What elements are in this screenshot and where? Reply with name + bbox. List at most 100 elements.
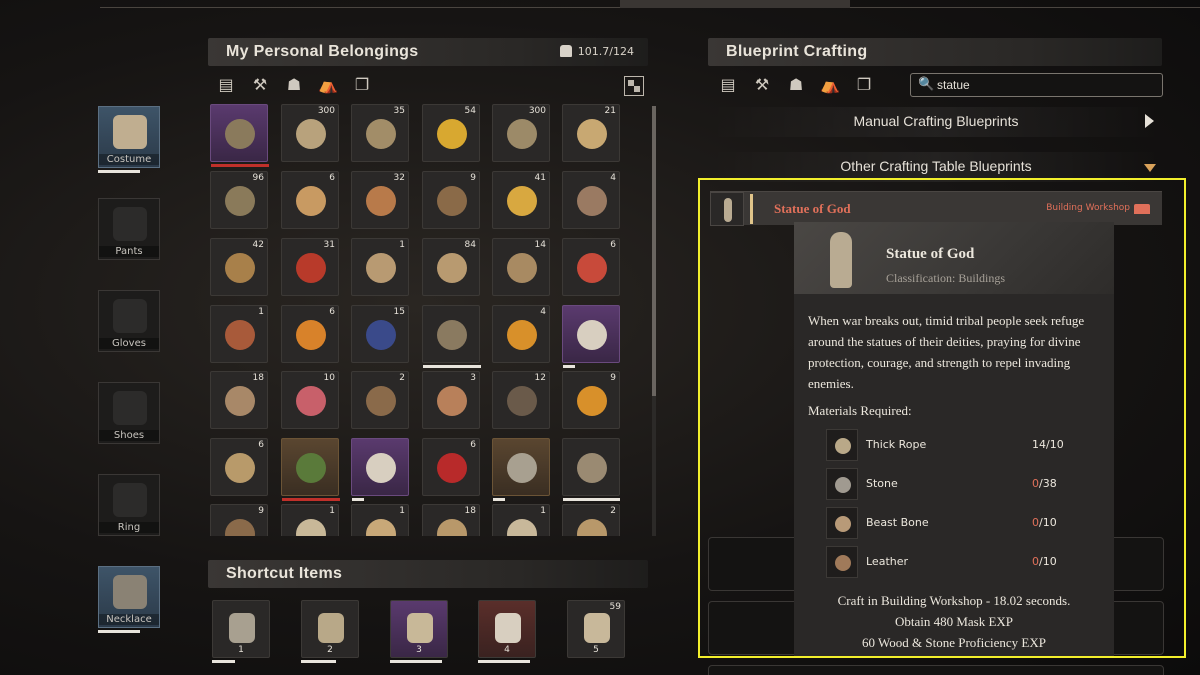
item-count: 9	[470, 173, 476, 183]
shortcut-slot-4[interactable]: 4	[478, 600, 536, 658]
durability-bar	[352, 498, 364, 501]
inventory-slot[interactable]: 2	[351, 371, 409, 429]
item-icon	[225, 453, 255, 483]
collapse-arrow-icon[interactable]	[1144, 164, 1156, 172]
inventory-slot[interactable]	[281, 438, 340, 501]
inventory-slot[interactable]: 15	[351, 305, 409, 363]
manual-blueprints-section[interactable]: Manual Crafting Blueprints	[710, 107, 1162, 137]
inventory-slot[interactable]: 18	[210, 371, 268, 429]
inventory-slot[interactable]: 6	[422, 438, 480, 496]
inventory-slot[interactable]	[562, 438, 620, 501]
inventory-slot[interactable]: 300	[492, 104, 550, 162]
inventory-slot[interactable]: 1	[492, 504, 550, 536]
shortcut-slot-2[interactable]: 2	[301, 600, 359, 658]
item-count: 6	[258, 440, 264, 450]
equip-slot-0[interactable]: Costume	[98, 106, 160, 168]
inventory-slot[interactable]	[562, 305, 620, 368]
inventory-slot[interactable]: 1	[281, 504, 339, 536]
item-icon	[366, 320, 396, 350]
stack-icon[interactable]: ❐	[852, 74, 876, 96]
ingots-icon[interactable]: ▤	[716, 74, 740, 96]
blueprint-filters: ▤ ⚒ ☗ ⛺ ❐	[716, 74, 876, 98]
inventory-slot[interactable]: 18	[422, 504, 480, 536]
inventory-slot[interactable]: 2	[562, 504, 620, 536]
equip-item-icon	[113, 575, 147, 609]
expand-arrow-icon[interactable]	[1145, 114, 1154, 128]
inventory-slot[interactable]: 84	[422, 238, 480, 296]
inventory-slot[interactable]: 10	[281, 371, 339, 429]
item-count: 1	[329, 506, 335, 516]
inventory-slot[interactable]: 96	[210, 171, 268, 229]
inventory-header: My Personal Belongings 101.7/124	[208, 38, 648, 66]
equip-item-icon	[113, 391, 147, 425]
item-count: 96	[252, 173, 264, 183]
armor-icon[interactable]: ☗	[282, 74, 306, 96]
equip-slot-3[interactable]: Shoes	[98, 382, 160, 444]
shortcut-number: 3	[416, 645, 422, 655]
shortcut-slot-1[interactable]: 1	[212, 600, 270, 658]
inventory-slot[interactable]	[351, 438, 409, 501]
shortcut-number: 2	[327, 645, 333, 655]
tent-icon[interactable]: ⛺	[316, 74, 340, 96]
inventory-slot[interactable]: 54	[422, 104, 480, 162]
inventory-slot[interactable]: 9	[422, 171, 480, 229]
shortcut-slot-5[interactable]: 59 5	[567, 600, 625, 658]
equip-slot-1[interactable]: Pants	[98, 198, 160, 260]
item-count: 21	[604, 106, 616, 116]
ingots-icon[interactable]: ▤	[214, 74, 238, 96]
item-icon	[296, 119, 326, 149]
inventory-slot[interactable]: 6	[562, 238, 620, 296]
inventory-slot[interactable]	[210, 104, 269, 167]
shortcut-slot-3[interactable]: 3	[390, 600, 448, 658]
inventory-slot[interactable]	[492, 438, 550, 501]
scroll-thumb[interactable]	[652, 106, 656, 396]
manual-blueprints-label: Manual Crafting Blueprints	[853, 113, 1019, 129]
item-icon	[507, 119, 537, 149]
inventory-slot[interactable]: 6	[281, 305, 339, 363]
inventory-slot[interactable]: 12	[492, 371, 550, 429]
item-count: 1	[399, 240, 405, 250]
inventory-slot[interactable]: 4	[492, 305, 550, 363]
shortcut-number: 4	[504, 645, 510, 655]
inventory-slot[interactable]	[422, 305, 481, 368]
shortcut-number: 5	[593, 645, 599, 655]
item-icon	[507, 386, 537, 416]
shortcut-number: 1	[238, 645, 244, 655]
blueprint-search[interactable]: 🔍	[910, 73, 1163, 97]
inventory-filters: ▤ ⚒ ☗ ⛺ ❐	[214, 74, 374, 98]
inventory-slot[interactable]: 300	[281, 104, 339, 162]
top-tab-bar	[100, 0, 1200, 8]
item-icon	[507, 453, 537, 483]
inventory-slot[interactable]: 6	[281, 171, 339, 229]
armor-icon[interactable]: ☗	[784, 74, 808, 96]
inventory-slot[interactable]: 21	[562, 104, 620, 162]
inventory-slot[interactable]: 42	[210, 238, 268, 296]
item-icon	[225, 186, 255, 216]
tools-icon[interactable]: ⚒	[750, 74, 774, 96]
equip-slot-4[interactable]: Ring	[98, 474, 160, 536]
inventory-slot[interactable]: 3	[422, 371, 480, 429]
inventory-slot[interactable]: 31	[281, 238, 339, 296]
inventory-slot[interactable]: 14	[492, 238, 550, 296]
tools-icon[interactable]: ⚒	[248, 74, 272, 96]
inventory-slot[interactable]: 9	[562, 371, 620, 429]
equip-slot-5[interactable]: Necklace	[98, 566, 160, 628]
inventory-slot[interactable]: 4	[562, 171, 620, 229]
inventory-slot[interactable]: 9	[210, 504, 268, 536]
inventory-slot[interactable]: 35	[351, 104, 409, 162]
equip-slot-2[interactable]: Gloves	[98, 290, 160, 352]
item-icon	[296, 519, 326, 536]
durability-bar	[211, 164, 269, 167]
inventory-slot[interactable]: 1	[351, 504, 409, 536]
inventory-scrollbar[interactable]	[652, 106, 656, 536]
sort-button[interactable]	[624, 76, 644, 96]
inventory-slot[interactable]: 6	[210, 438, 268, 496]
inventory-slot[interactable]: 32	[351, 171, 409, 229]
inventory-slot[interactable]: 1	[210, 305, 268, 363]
tent-icon[interactable]: ⛺	[818, 74, 842, 96]
stack-icon[interactable]: ❐	[350, 74, 374, 96]
inventory-slot[interactable]: 1	[351, 238, 409, 296]
blueprint-slot[interactable]	[708, 665, 1164, 675]
inventory-slot[interactable]: 41	[492, 171, 550, 229]
search-input[interactable]	[937, 77, 1137, 93]
